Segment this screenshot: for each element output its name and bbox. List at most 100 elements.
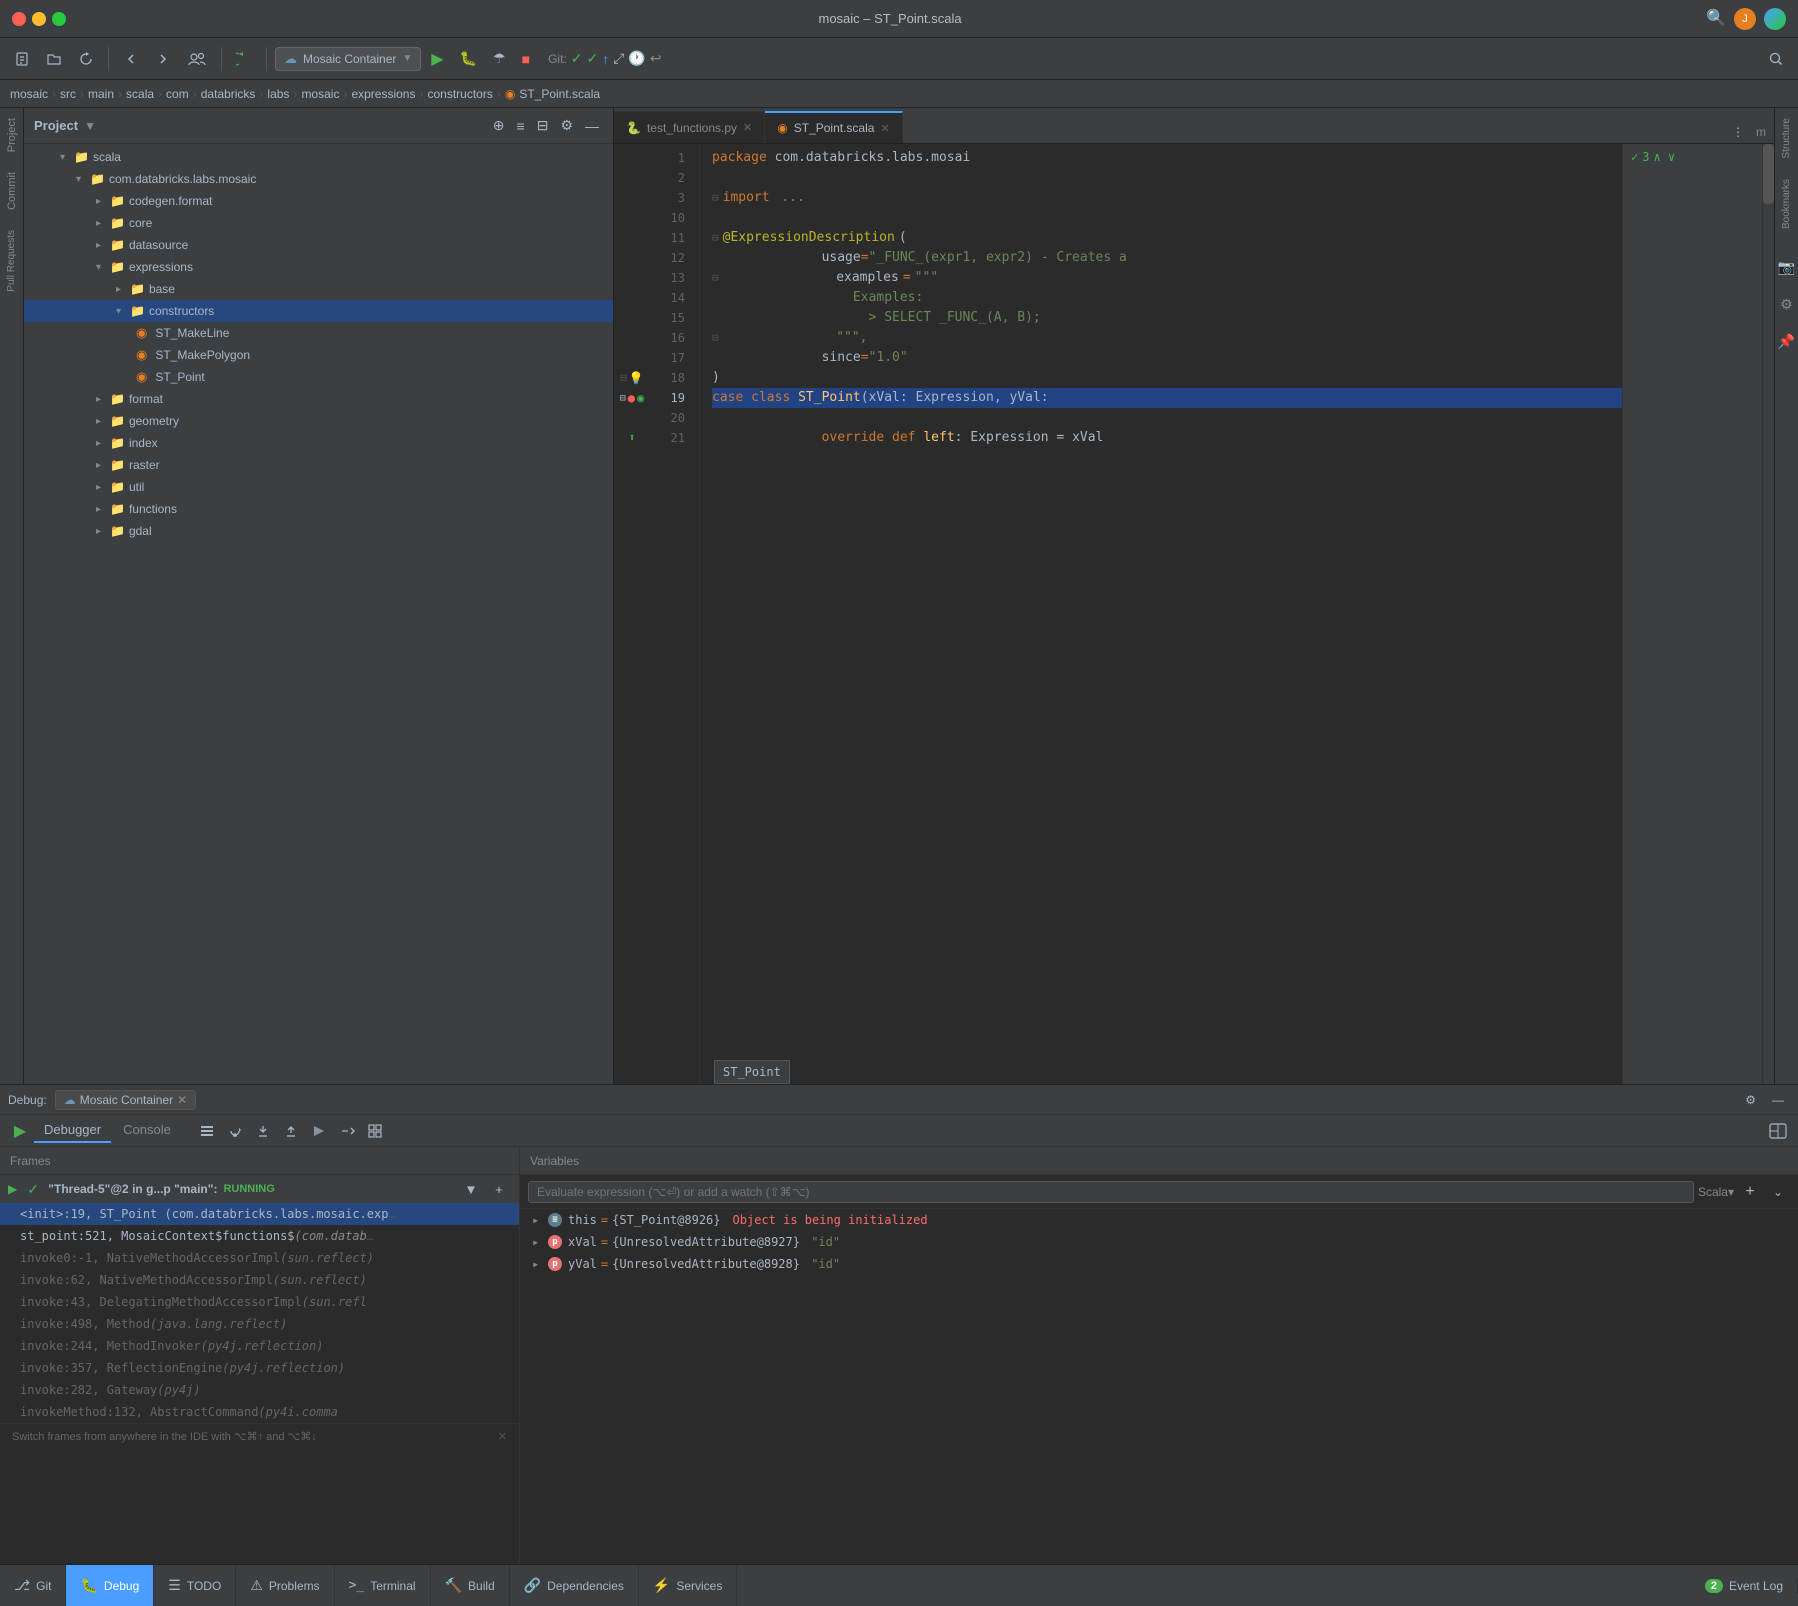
panel-label-commit[interactable]: Commit <box>6 172 18 210</box>
close-button[interactable] <box>12 12 26 26</box>
panel-label-project[interactable]: Project <box>6 118 18 152</box>
frame-item-9[interactable]: invoke:282, Gateway (py4j) <box>0 1379 519 1401</box>
tree-item-scala[interactable]: ▾ 📁 scala <box>24 146 613 168</box>
var-item-this[interactable]: ▸ ≡ this = {ST_Point@8926} Object is bei… <box>520 1209 1798 1231</box>
hint-close[interactable]: ✕ <box>498 1430 507 1443</box>
status-dependencies[interactable]: 🔗 Dependencies <box>510 1565 639 1606</box>
open-button[interactable] <box>40 47 68 71</box>
team-button[interactable] <box>181 47 213 71</box>
debug-tab-console[interactable]: Console <box>113 1118 181 1143</box>
debug-evaluate-button[interactable] <box>335 1119 359 1143</box>
panel-label-structure[interactable]: Structure <box>1781 118 1792 159</box>
status-terminal[interactable]: >_ Terminal <box>335 1565 431 1606</box>
tab-st-point[interactable]: ◉ ST_Point.scala ✕ <box>765 111 902 143</box>
debug-step-over-button[interactable] <box>223 1119 247 1143</box>
frame-item-2[interactable]: st_point:521, MosaicContext$functions$ (… <box>0 1225 519 1247</box>
breadcrumb-item-file[interactable]: ST_Point.scala <box>519 87 600 101</box>
breadcrumb-item-databricks[interactable]: databricks <box>201 87 256 101</box>
debug-step-out-button[interactable] <box>279 1119 303 1143</box>
debug-button[interactable]: 🐛 <box>454 46 483 71</box>
tree-item-codegen[interactable]: ▸ 📁 codegen.format <box>24 190 613 212</box>
tree-add-button[interactable]: ⊕ <box>489 115 509 136</box>
tree-item-base[interactable]: ▸ 📁 base <box>24 278 613 300</box>
tree-item-raster[interactable]: ▸ 📁 raster <box>24 454 613 476</box>
panel-label-bookmarks[interactable]: Bookmarks <box>1781 179 1792 229</box>
tree-settings-button[interactable]: ⚙ <box>556 115 577 136</box>
breadcrumb-item-src[interactable]: src <box>60 87 76 101</box>
back-button[interactable] <box>117 47 145 71</box>
sync-button[interactable] <box>72 47 100 71</box>
panel-label-pull-requests[interactable]: Pull Requests <box>6 230 17 292</box>
frame-item-10[interactable]: invokeMethod:132, AbstractCommand (py4i.… <box>0 1401 519 1423</box>
git-push-icon[interactable]: ↑ <box>602 51 609 67</box>
run-config-selector[interactable]: ☁ Mosaic Container ▼ <box>275 47 421 71</box>
frame-item-6[interactable]: invoke:498, Method (java.lang.reflect) <box>0 1313 519 1335</box>
theme-icon[interactable] <box>1764 8 1786 30</box>
maximize-button[interactable] <box>52 12 66 26</box>
debug-container-tab[interactable]: ☁ Mosaic Container ✕ <box>55 1090 196 1110</box>
global-search-button[interactable] <box>1762 47 1790 71</box>
undo-button[interactable] <box>230 47 258 71</box>
status-problems[interactable]: ⚠ Problems <box>236 1565 334 1606</box>
breadcrumb-item-com[interactable]: com <box>166 87 189 101</box>
avatar[interactable]: J <box>1734 8 1756 30</box>
filter-button[interactable]: ▼ <box>459 1177 483 1201</box>
frame-item-3[interactable]: invoke0:-1, NativeMethodAccessorImpl (su… <box>0 1247 519 1269</box>
status-services[interactable]: ⚡ Services <box>639 1565 737 1606</box>
breadcrumb-item-expressions[interactable]: expressions <box>351 87 415 101</box>
right-icon-pin[interactable]: 📌 <box>1778 333 1795 350</box>
tree-item-com-databricks[interactable]: ▾ 📁 com.databricks.labs.mosaic <box>24 168 613 190</box>
frame-item-8[interactable]: invoke:357, ReflectionEngine (py4j.refle… <box>0 1357 519 1379</box>
tab-close-st-point[interactable]: ✕ <box>880 122 889 135</box>
tree-item-geometry[interactable]: ▸ 📁 geometry <box>24 410 613 432</box>
new-file-button[interactable] <box>8 47 36 71</box>
debug-grid-button[interactable] <box>363 1119 387 1143</box>
eval-add-watch-button[interactable]: + <box>1738 1180 1762 1204</box>
tree-item-st-makeline[interactable]: ◉ ST_MakeLine <box>24 322 613 344</box>
breadcrumb-item-main[interactable]: main <box>88 87 114 101</box>
git-history-icon[interactable]: 🕐 <box>628 50 645 67</box>
git-check-icon[interactable]: ✓ <box>571 50 583 67</box>
run-button[interactable]: ▶ <box>425 45 449 73</box>
breadcrumb-item-labs[interactable]: labs <box>267 87 289 101</box>
tree-item-format[interactable]: ▸ 📁 format <box>24 388 613 410</box>
git-tick-icon[interactable]: ✓ <box>586 50 598 67</box>
frame-item-4[interactable]: invoke:62, NativeMethodAccessorImpl (sun… <box>0 1269 519 1291</box>
debug-settings-button[interactable]: ⚙ <box>1739 1089 1762 1111</box>
eval-expression-input[interactable] <box>528 1181 1694 1203</box>
eval-expand-button[interactable]: ⌄ <box>1766 1180 1790 1204</box>
debug-frames-button[interactable] <box>195 1119 219 1143</box>
tab-test-functions[interactable]: 🐍 test_functions.py ✕ <box>614 111 765 143</box>
debug-resume-button[interactable]: ▶ <box>8 1119 32 1143</box>
code-editor[interactable]: ⊟ 💡 ⊟ ● ◉ ⬆ 1 2 3 10 11 1 <box>614 144 1774 1084</box>
tree-item-constructors[interactable]: ▾ 📁 constructors <box>24 300 613 322</box>
tree-item-functions[interactable]: ▸ 📁 functions <box>24 498 613 520</box>
breadcrumb-item-mosaic[interactable]: mosaic <box>10 87 48 101</box>
thread-header[interactable]: ▶ ✓ "Thread-5"@2 in g...p "main": RUNNIN… <box>0 1175 519 1203</box>
var-item-xval[interactable]: ▸ p xVal = {UnresolvedAttribute@8927} "i… <box>520 1231 1798 1253</box>
tree-item-st-makepolygon[interactable]: ◉ ST_MakePolygon <box>24 344 613 366</box>
tree-item-core[interactable]: ▸ 📁 core <box>24 212 613 234</box>
debug-tab-debugger[interactable]: Debugger <box>34 1118 111 1143</box>
tree-item-gdal[interactable]: ▸ 📁 gdal <box>24 520 613 542</box>
status-git[interactable]: ⎇ Git <box>0 1565 66 1606</box>
git-rollback-icon[interactable]: ↩ <box>650 50 662 67</box>
search-icon[interactable]: 🔍 <box>1706 8 1726 30</box>
status-build[interactable]: 🔨 Build <box>431 1565 510 1606</box>
status-todo[interactable]: ☰ TODO <box>154 1565 236 1606</box>
breadcrumb-item-mosaic2[interactable]: mosaic <box>301 87 339 101</box>
tree-item-st-point[interactable]: ◉ ST_Point <box>24 366 613 388</box>
debug-container-close[interactable]: ✕ <box>177 1093 187 1107</box>
add-frame-button[interactable]: + <box>487 1177 511 1201</box>
debug-run-to-cursor-button[interactable] <box>307 1119 331 1143</box>
forward-button[interactable] <box>149 47 177 71</box>
tree-item-util[interactable]: ▸ 📁 util <box>24 476 613 498</box>
frame-item-7[interactable]: invoke:244, MethodInvoker (py4j.reflecti… <box>0 1335 519 1357</box>
tree-dropdown-icon[interactable]: ▼ <box>84 119 96 133</box>
status-event-log[interactable]: 2 Event Log <box>1691 1579 1798 1593</box>
tree-collapse-button[interactable]: — <box>581 115 603 136</box>
editor-scrollbar[interactable] <box>1762 144 1774 1084</box>
editor-more-button[interactable]: ⋮ <box>1726 121 1750 143</box>
tab-close-test-functions[interactable]: ✕ <box>743 121 752 134</box>
debug-minimize-button[interactable]: — <box>1766 1089 1790 1111</box>
